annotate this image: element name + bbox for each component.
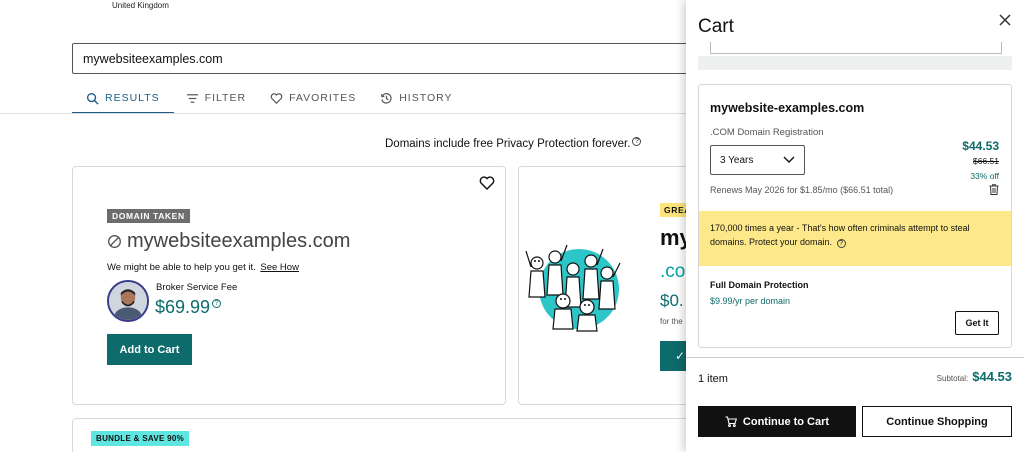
tab-label: FAVORITES [289,92,357,104]
cart-footer-divider [686,357,1024,358]
broker-price-value: $69.99 [155,297,211,317]
cart-subtotal: Subtotal: $44.53 [937,369,1012,384]
subtotal-label: Subtotal: [936,374,969,383]
add-to-cart-button[interactable]: Add to Cart [107,334,192,365]
previous-item-edge [710,42,1002,54]
search-icon [86,92,99,105]
tab-results[interactable]: RESULTS [72,84,174,114]
protection-label: Full Domain Protection [710,280,809,290]
bundle-card: BUNDLE & SAVE 90% [72,418,712,452]
history-icon [381,92,392,104]
security-warning: 170,000 times a year - That's how often … [699,211,1011,266]
broker-avatar [107,280,149,322]
cart-items-scroll[interactable]: mywebsite-examples.com .COM Domain Regis… [686,42,1024,357]
cart-item-discount: 33% off [970,171,999,181]
continue-shopping-button[interactable]: Continue Shopping [862,406,1012,437]
search-input[interactable]: mywebsiteexamples.com [72,43,712,74]
cart-item-domain: mywebsite-examples.com [710,101,865,115]
close-icon[interactable] [998,13,1012,27]
get-protection-button[interactable]: Get It [955,311,999,335]
info-icon[interactable]: ? [836,239,846,249]
tab-favorites[interactable]: FAVORITES [258,84,368,112]
cart-drawer: Cart mywebsite-examples.com .COM Domain … [686,0,1024,452]
taken-domain-text: mywebsiteexamples.com [127,230,351,252]
cart-item-type: .COM Domain Registration [710,127,824,138]
tab-label: RESULTS [105,92,160,104]
suggested-domain-price: $0. [660,291,684,310]
continue-to-cart-label: Continue to Cart [742,415,830,428]
previous-item-footer [698,56,1012,70]
suggested-domain-term: for the [660,317,683,326]
suggested-domain-tld: .co [660,261,686,282]
info-icon[interactable]: ? [212,299,222,308]
cart-item-renewal: Renews May 2026 for $1.85/mo ($66.51 tot… [710,185,894,195]
results-tabs: RESULTS FILTER FAVORITES HISTORY [72,84,465,114]
tabs-divider [0,113,690,114]
term-select-value: 3 Years [720,154,754,166]
cart-title: Cart [698,16,734,37]
checkmark-icon: ✓ [674,349,686,363]
continue-to-cart-button[interactable]: Continue to Cart [698,406,856,437]
privacy-note: Domains include free Privacy Protection … [385,136,642,150]
broker-fee-price: $69.99 ? [155,297,222,318]
cart-item: mywebsite-examples.com .COM Domain Regis… [698,84,1012,348]
tab-label: FILTER [204,92,247,104]
page: United Kingdom mywebsiteexamples.com RES… [0,0,1024,452]
tab-history[interactable]: HISTORY [368,84,464,112]
chevron-down-icon [783,156,795,163]
tab-filter[interactable]: FILTER [174,84,258,112]
protection-price: $9.99/yr per domain [710,296,791,306]
search-input-value: mywebsiteexamples.com [83,51,223,66]
taken-domain-card: DOMAIN TAKEN mywebsiteexamples.com We mi… [72,166,506,405]
cart-item-price: $44.53 [962,139,999,153]
subtotal-value: $44.53 [972,369,1012,384]
heart-icon [270,92,283,104]
people-illustration [525,244,621,332]
tab-label: HISTORY [399,92,453,104]
filter-icon [186,93,198,103]
person-avatar-icon [109,282,147,320]
cart-item-old-price: $66.51 [973,156,999,166]
trash-icon[interactable] [989,184,999,195]
bundle-badge: BUNDLE & SAVE 90% [91,431,190,446]
help-text: We might be able to help you get it. See… [107,262,299,273]
domain-taken-badge: DOMAIN TAKEN [107,209,190,223]
broker-fee-label: Broker Service Fee [156,282,238,293]
info-icon[interactable]: ? [632,136,642,146]
help-text-body: We might be able to help you get it. [107,262,256,273]
unavailable-icon [108,235,121,248]
cart-icon [725,416,737,427]
cart-item-count: 1 item [698,373,728,385]
country-label: United Kingdom [112,1,169,10]
term-select[interactable]: 3 Years [710,145,805,175]
see-how-link[interactable]: See How [260,262,299,273]
taken-domain-name: mywebsiteexamples.com [107,230,350,253]
privacy-note-text: Domains include free Privacy Protection … [385,138,631,150]
heart-icon[interactable] [479,175,495,191]
